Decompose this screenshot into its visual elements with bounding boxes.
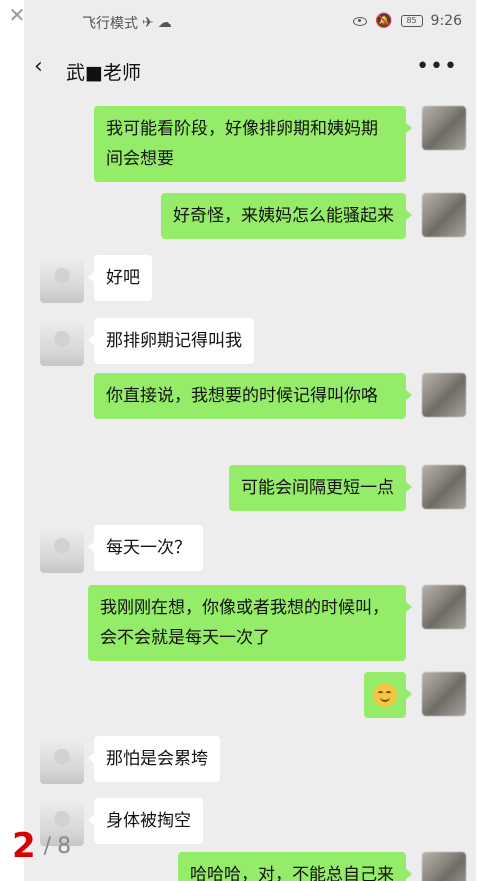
message-bubble: 哈哈哈，对，不能总自己来 [178,852,412,881]
message-bubble: 那怕是会累垮 [88,736,220,782]
battery-icon: 85 [400,15,423,27]
back-icon[interactable]: ‹ [34,56,52,78]
contact-avatar[interactable] [40,529,84,573]
airplane-icon: ✈ [142,15,154,31]
message-bubble [364,672,412,718]
laughing-emoji-icon [373,683,397,707]
message-bubble: 好奇怪，来姨妈怎么能骚起来 [161,193,412,239]
message-bubble: 每天一次？ [88,525,203,571]
status-right: 🔕 85 9:26 [353,13,462,29]
message-bubble: 我刚刚在想，你像或者我想的时候叫，会不会就是每天一次了 [88,585,412,661]
page-current: 2 [12,826,36,866]
cloud-icon: ☁ [157,15,172,31]
more-icon[interactable]: ••• [416,54,458,79]
page-separator: / [43,834,52,859]
mute-bell-icon: 🔕 [375,13,393,29]
my-avatar[interactable] [422,672,466,716]
page-total: 8 [57,834,72,859]
status-bar: 飞行模式 ✈ ☁ 🔕 85 9:26 [24,0,476,40]
message-bubble: 好吧 [88,255,152,301]
my-avatar[interactable] [422,465,466,509]
chat-header: ‹ 武■老师 ••• [24,44,476,96]
message-bubble: 我可能看阶段，好像排卵期和姨妈期间会想要 [94,106,412,182]
airplane-mode-label: 飞行模式 [82,16,138,32]
contact-avatar[interactable] [40,322,84,366]
phone-screenshot: 飞行模式 ✈ ☁ 🔕 85 9:26 ‹ 武■老师 ••• 我可能看阶段，好像排… [24,0,476,881]
my-avatar[interactable] [422,106,466,150]
eye-icon [353,16,368,26]
message-bubble: 可能会间隔更短一点 [229,465,412,511]
page-indicator: 2 /8 [12,826,71,866]
contact-avatar[interactable] [40,740,84,784]
my-avatar[interactable] [422,373,466,417]
contact-avatar[interactable] [40,259,84,303]
chat-title: 武■老师 [66,62,141,84]
my-avatar[interactable] [422,193,466,237]
my-avatar[interactable] [422,852,466,881]
close-icon[interactable]: ✕ [6,4,28,26]
clock-time: 9:26 [430,13,462,29]
status-left: 飞行模式 ✈ ☁ [82,13,172,33]
my-avatar[interactable] [422,585,466,629]
message-bubble: 那排卵期记得叫我 [88,318,254,364]
message-bubble: 你直接说，我想要的时候记得叫你咯 [94,373,412,419]
message-bubble: 身体被掏空 [88,798,203,844]
